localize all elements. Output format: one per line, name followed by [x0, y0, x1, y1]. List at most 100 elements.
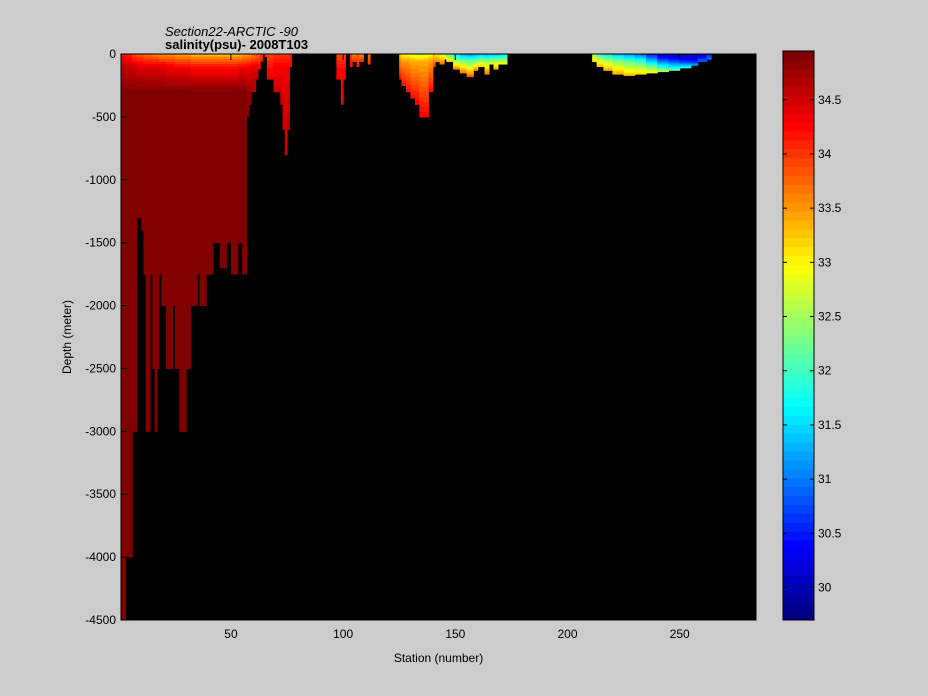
colorbar-band: [783, 86, 814, 96]
colorbar-band: [783, 122, 814, 132]
salinity-cell: [484, 72, 490, 75]
colorbar-band: [783, 77, 814, 88]
colorbar-band: [783, 602, 814, 612]
colorbar-band: [783, 406, 814, 417]
salinity-cell: [697, 60, 708, 63]
salinity-cell: [706, 57, 712, 60]
salinity-cell: [453, 67, 461, 70]
colorbar-band: [783, 442, 814, 452]
salinity-cell: [165, 365, 174, 369]
colorbar-band: [783, 477, 814, 488]
colorbar-band: [783, 273, 814, 283]
salinity-cell: [690, 64, 699, 66]
salinity-cell: [356, 65, 360, 68]
salinity-cell: [477, 65, 485, 68]
y-tick-label: -2500: [85, 361, 116, 375]
salinity-cell: [145, 428, 151, 432]
salinity-cell: [273, 90, 281, 93]
salinity-cell: [646, 71, 658, 74]
colorbar-band: [783, 548, 814, 559]
salinity-section-figure: Section22-ARCTIC -90 salinity(psu)- 2008…: [0, 0, 928, 696]
salinity-cell: [435, 60, 441, 63]
salinity-cell: [367, 62, 371, 65]
salinity-cell: [251, 90, 257, 93]
salinity-cell: [352, 60, 358, 63]
salinity-cell: [473, 69, 479, 71]
colorbar-tick-label: 30: [818, 580, 832, 594]
colorbar-band: [783, 166, 814, 176]
salinity-cell: [132, 428, 138, 432]
colorbar-tick-label: 33.5: [818, 201, 842, 215]
salinity-cell: [154, 428, 158, 432]
salinity-cell: [439, 62, 445, 65]
salinity-cell: [428, 90, 434, 93]
salinity-cell: [340, 103, 344, 105]
colorbar-band: [783, 282, 814, 292]
salinity-cell: [255, 77, 259, 80]
salinity-cell: [257, 67, 261, 70]
colorbar-band: [783, 148, 814, 159]
colorbar-band: [783, 593, 814, 603]
colorbar-band: [783, 211, 814, 221]
salinity-cell: [213, 240, 221, 244]
y-tick-label: -1000: [85, 173, 116, 187]
y-tick-label: -1500: [85, 236, 116, 250]
colorbar-band: [783, 371, 814, 381]
colorbar-band: [783, 68, 814, 79]
colorbar-band: [783, 335, 814, 345]
colorbar-band: [783, 531, 814, 541]
colorbar-band: [783, 504, 814, 514]
salinity-cell: [199, 303, 207, 307]
x-axis-label: Station (number): [394, 651, 483, 665]
colorbar-band: [783, 486, 814, 497]
colorbar-band: [783, 255, 814, 265]
x-tick-label: 50: [224, 627, 238, 641]
salinity-cell: [497, 62, 503, 65]
colorbar-tick-label: 31.5: [818, 418, 842, 432]
salinity-cell: [488, 62, 494, 65]
colorbar-band: [783, 237, 814, 248]
colorbar-tick-label: 33: [818, 255, 832, 269]
y-axis-label: Depth (meter): [60, 300, 74, 374]
salinity-cell: [242, 272, 248, 275]
colorbar-band: [783, 131, 814, 141]
salinity-cell: [358, 60, 364, 63]
colorbar-band: [783, 415, 814, 425]
plot-area: [120, 53, 757, 621]
salinity-cell: [260, 60, 263, 63]
colorbar-band: [783, 104, 814, 114]
colorbar-band: [783, 557, 814, 568]
colorbar-band: [783, 353, 814, 363]
salinity-cell: [219, 265, 227, 269]
salinity-cell: [410, 96, 416, 99]
chart-subtitle: salinity(psu)- 2008T103: [165, 37, 308, 52]
salinity-cell: [186, 365, 192, 369]
colorbar-tick-label: 34.5: [818, 93, 842, 107]
salinity-cell: [446, 60, 454, 63]
salinity-cell: [136, 215, 142, 219]
salinity-cell: [679, 66, 692, 69]
salinity-cell: [287, 128, 290, 130]
salinity-cell: [336, 77, 342, 80]
salinity-cell: [603, 69, 613, 71]
salinity-cell: [237, 240, 243, 244]
x-tick-label: 250: [670, 627, 690, 641]
colorbar-band: [783, 397, 814, 408]
colorbar-band: [783, 219, 814, 230]
colorbar-band: [783, 184, 814, 194]
colorbar-band: [783, 495, 814, 505]
x-tick-label: 100: [333, 627, 353, 641]
salinity-cell: [414, 103, 420, 105]
y-tick-label: -4000: [85, 550, 116, 564]
colorbar-band: [783, 95, 814, 105]
salinity-cell: [349, 65, 353, 68]
salinity-cell: [592, 60, 598, 63]
colorbar-band: [783, 388, 814, 399]
colorbar-band: [783, 344, 814, 354]
colorbar-band: [783, 468, 814, 479]
colorbar-band: [783, 433, 814, 443]
salinity-cell: [502, 62, 508, 65]
colorbar-band: [783, 459, 814, 470]
y-tick-label: 0: [109, 47, 116, 61]
salinity-cell: [246, 115, 250, 118]
